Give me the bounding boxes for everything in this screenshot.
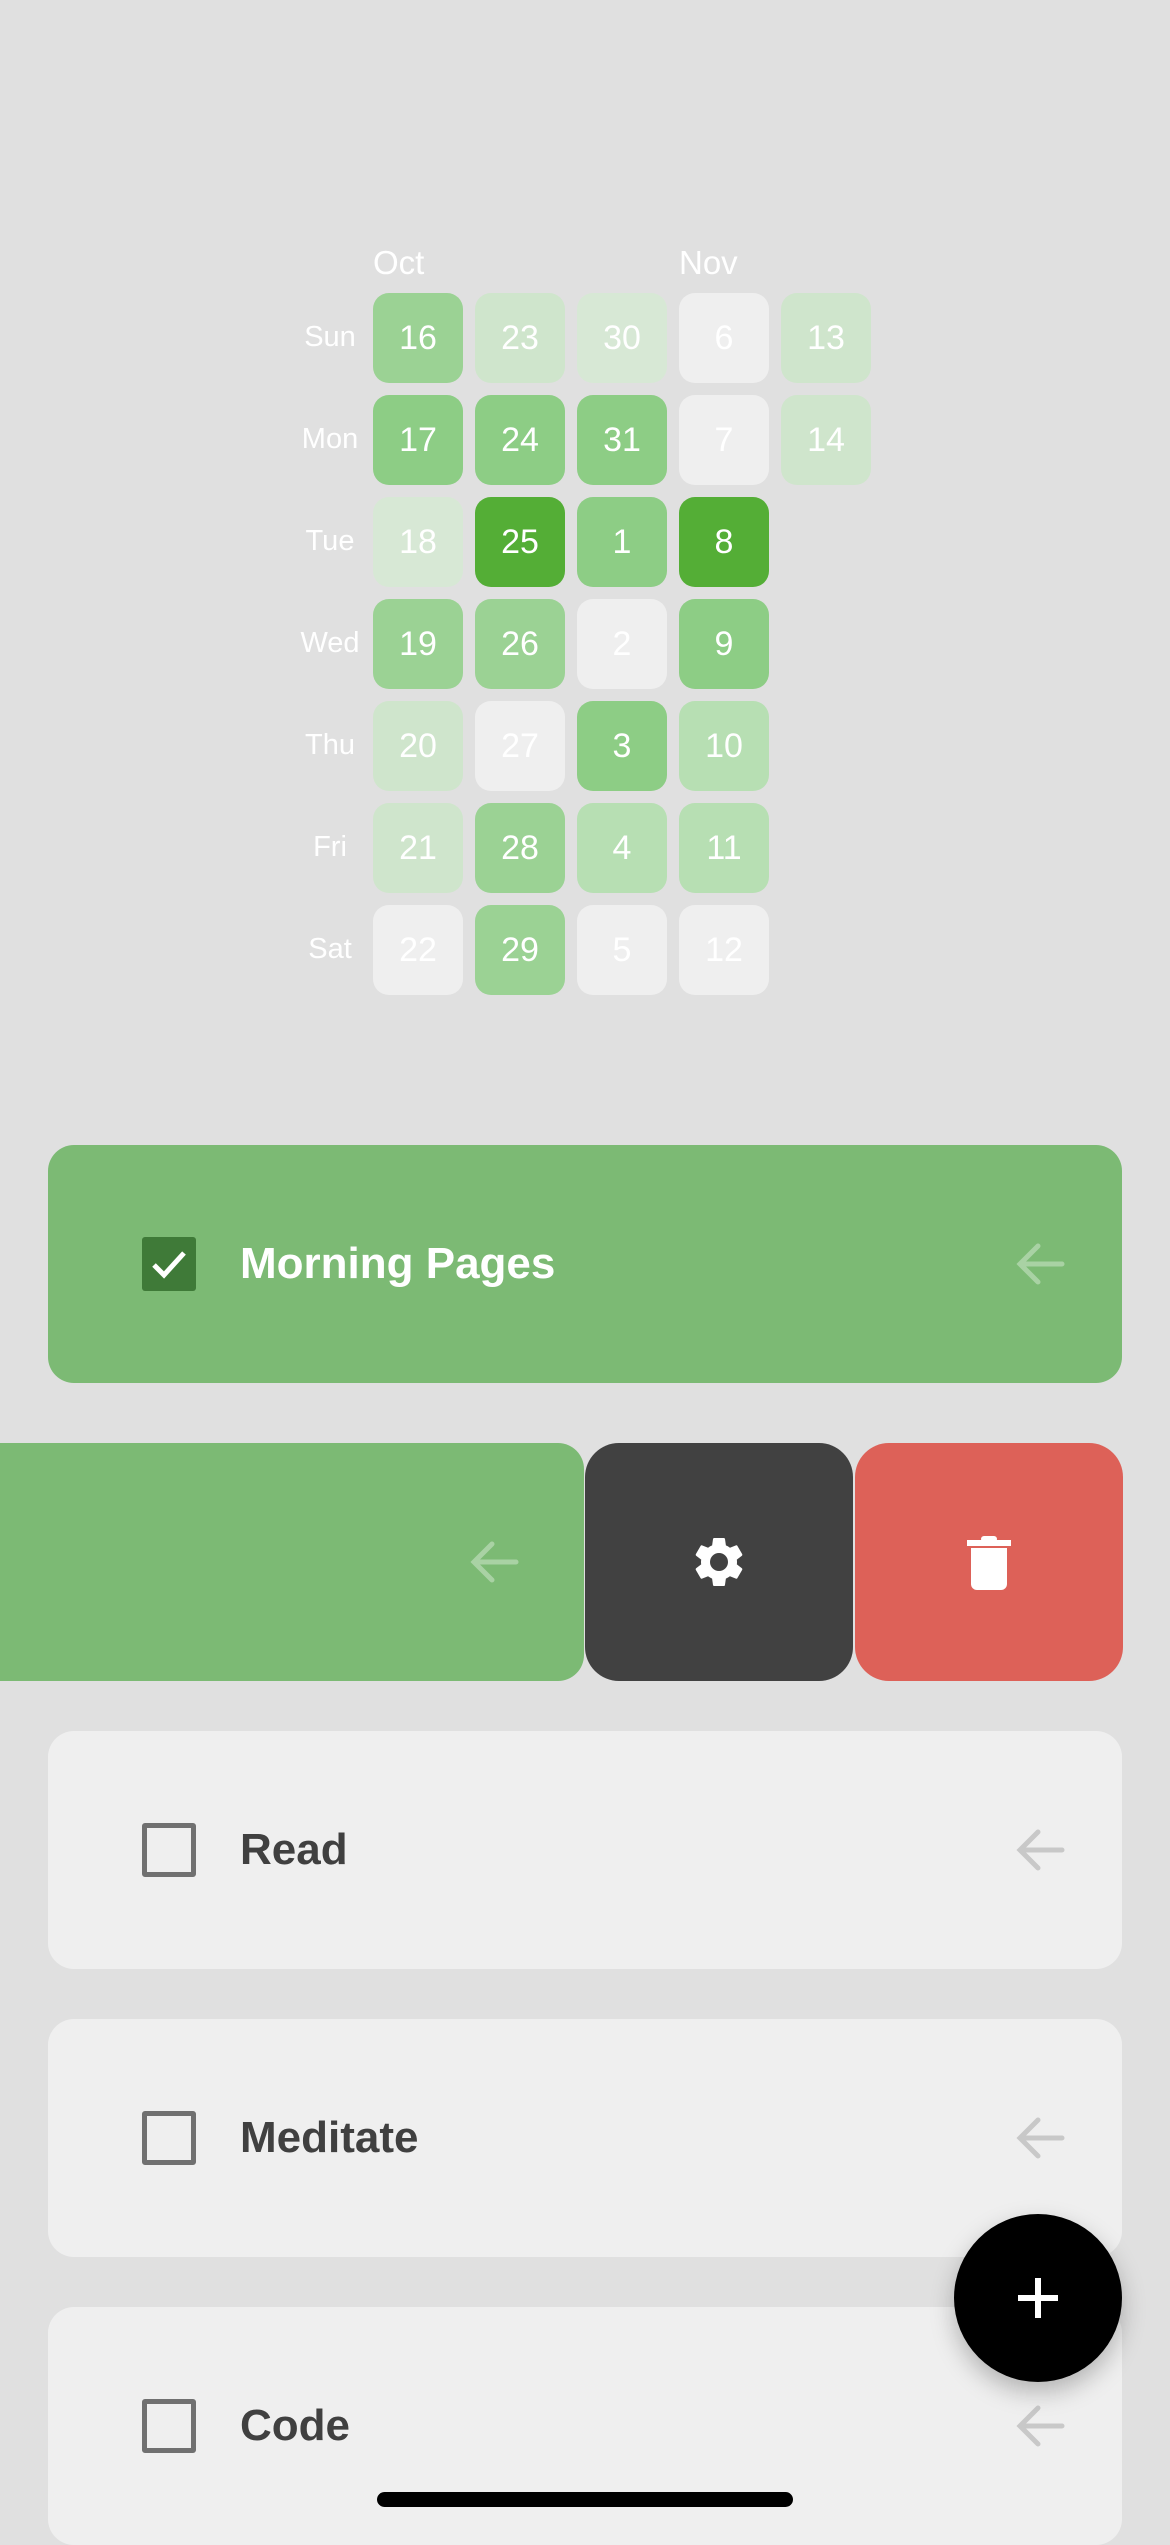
add-habit-button[interactable] — [954, 2214, 1122, 2382]
gear-icon — [695, 1537, 743, 1586]
weekday-label: Sat — [308, 933, 352, 965]
month-label: Nov — [679, 244, 738, 281]
heatmap-day-cell[interactable]: 29 — [475, 905, 565, 995]
heatmap-day-cell[interactable]: 25 — [475, 497, 565, 587]
habit-title: Code — [240, 2401, 350, 2450]
heatmap-day-cell[interactable]: 6 — [679, 293, 769, 383]
heatmap-day-cell[interactable]: 21 — [373, 803, 463, 893]
heatmap-day-cell[interactable]: 12 — [679, 905, 769, 995]
habit-settings-button[interactable] — [585, 1443, 853, 1681]
heatmap-day-cell[interactable]: 18 — [373, 497, 463, 587]
heatmap-day-cell[interactable]: 11 — [679, 803, 769, 893]
weekday-label: Sun — [304, 321, 356, 353]
heatmap-day-cell[interactable]: 10 — [679, 701, 769, 791]
heatmap-day-cell[interactable]: 9 — [679, 599, 769, 689]
habit-card-code[interactable]: Code — [48, 2307, 1122, 2545]
heatmap-day-cell[interactable]: 28 — [475, 803, 565, 893]
heatmap-day-cell[interactable]: 19 — [373, 599, 463, 689]
habit-title: Read — [240, 1825, 348, 1874]
arrow-left-icon — [1016, 2405, 1065, 2447]
heatmap-day-cell[interactable]: 1 — [577, 497, 667, 587]
habit-checkbox[interactable] — [142, 1237, 196, 1291]
weekday-label: Tue — [305, 525, 355, 557]
heatmap-day-cell[interactable]: 23 — [475, 293, 565, 383]
habit-title: Meditate — [240, 2113, 419, 2162]
swiped-card-body[interactable] — [0, 1443, 584, 1681]
weekday-label: Fri — [313, 831, 347, 863]
weekday-label: Mon — [301, 423, 359, 455]
check-icon — [152, 1251, 186, 1279]
habit-checkbox[interactable] — [142, 1823, 196, 1877]
trash-icon — [967, 1536, 1011, 1590]
heatmap-day-cell[interactable]: 8 — [679, 497, 769, 587]
heatmap-day-cell[interactable]: 20 — [373, 701, 463, 791]
arrow-left-icon — [1016, 1243, 1065, 1285]
habit-checkbox[interactable] — [142, 2399, 196, 2453]
heatmap-day-cell[interactable]: 4 — [577, 803, 667, 893]
weekday-label: Thu — [305, 729, 355, 761]
arrow-left-icon — [470, 1541, 519, 1583]
heatmap-day-cell[interactable]: 2 — [577, 599, 667, 689]
arrow-left-icon — [1016, 1829, 1065, 1871]
habit-heatmap: Oct Nov Sun Mon Tue Wed Thu Fri Sat 16 17 18 19 20 21 2… — [0, 0, 1170, 1050]
heatmap-day-cell[interactable]: 27 — [475, 701, 565, 791]
month-label: Oct — [373, 244, 425, 281]
heatmap-day-cell[interactable]: 22 — [373, 905, 463, 995]
heatmap-day-cell[interactable]: 26 — [475, 599, 565, 689]
heatmap-day-cell[interactable]: 7 — [679, 395, 769, 485]
heatmap-day-cell[interactable]: 17 — [373, 395, 463, 485]
heatmap-day-cell[interactable]: 30 — [577, 293, 667, 383]
habit-delete-button[interactable] — [855, 1443, 1123, 1681]
arrow-left-icon — [1016, 2117, 1065, 2159]
heatmap-day-cell[interactable]: 3 — [577, 701, 667, 791]
heatmap-day-cell[interactable]: 31 — [577, 395, 667, 485]
heatmap-day-cell[interactable]: 16 — [373, 293, 463, 383]
heatmap-day-cell[interactable]: 24 — [475, 395, 565, 485]
home-indicator[interactable] — [377, 2492, 793, 2507]
habit-checkbox[interactable] — [142, 2111, 196, 2165]
heatmap-day-cell[interactable]: 13 — [781, 293, 871, 383]
heatmap-day-cell[interactable]: 5 — [577, 905, 667, 995]
habit-card-read[interactable]: Read — [48, 1731, 1122, 1969]
habit-card-swiped[interactable] — [0, 1443, 1123, 1681]
habit-card-meditate[interactable]: Meditate — [48, 2019, 1122, 2257]
weekday-label: Wed — [300, 627, 360, 659]
heatmap-day-cell[interactable]: 14 — [781, 395, 871, 485]
habit-card-morning-pages[interactable]: Morning Pages — [48, 1145, 1122, 1383]
habit-title: Morning Pages — [240, 1239, 556, 1288]
plus-icon — [1018, 2278, 1058, 2318]
